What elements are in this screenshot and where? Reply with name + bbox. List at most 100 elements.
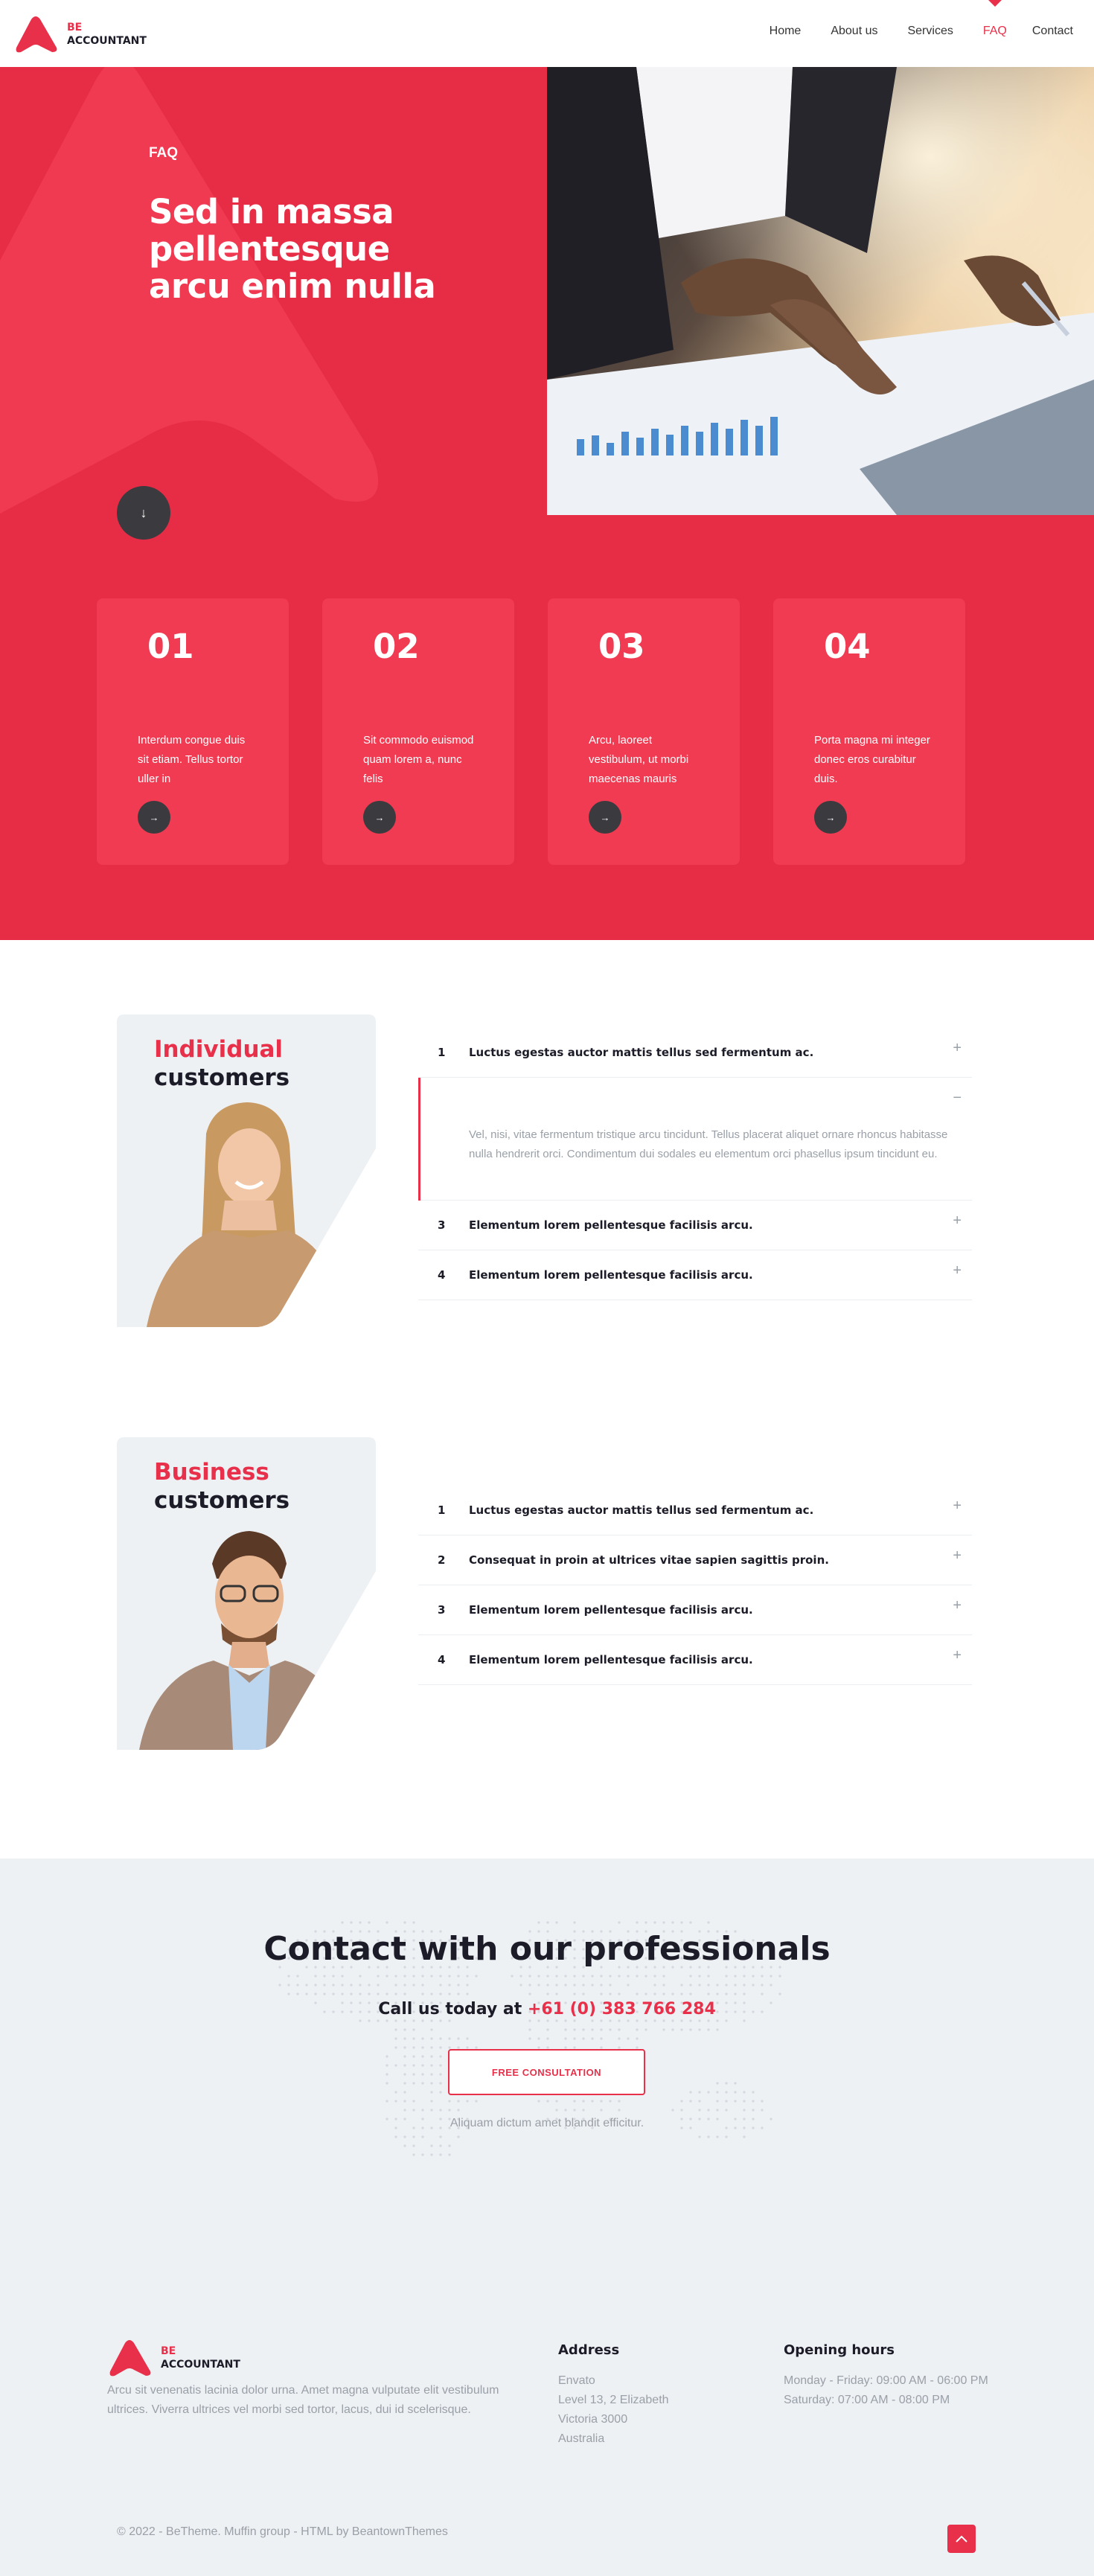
item-question: Luctus egestas auctor mattis tellus sed … [469,1046,814,1059]
card-arrow-button[interactable]: → [138,801,170,834]
business-profile-card: Business customers [117,1437,376,1750]
business-meeting-photo-icon [547,67,1094,515]
card-text: Interdum congue duis sit etiam. Tellus t… [138,734,246,785]
card-number: 02 [373,627,420,666]
hero-title: Sed in massa pellentesque arcu enim null… [149,192,436,306]
back-to-top-button[interactable] [947,2525,976,2553]
business-faq-section: Business customers 1 Luctus egestas auct… [0,1363,1094,1824]
individual-profile-card: Individual customers [117,1014,376,1327]
profile-title: Business customers [154,1458,290,1515]
accordion-item[interactable]: 1 Luctus egestas auctor mattis tellus se… [418,1028,972,1078]
nav-contact[interactable]: Contact [1032,25,1073,38]
arrow-right-icon: → [374,811,385,823]
accordion-item[interactable]: 4 Elementum lorem pellentesque facilisis… [418,1250,972,1300]
feature-card: 01 Interdum congue duis sit etiam. Tellu… [97,598,289,865]
nav-home[interactable]: Home [770,25,802,38]
plus-icon[interactable]: + [953,1498,962,1515]
copyright: © 2022 - BeTheme. Muffin group - HTML by… [117,2525,448,2538]
individual-accordion: 1 Luctus egestas auctor mattis tellus se… [418,1028,972,1300]
profile-title-main: customers [154,1064,290,1091]
arrow-down-icon: ↓ [140,505,147,520]
item-question: Consequat in proin at ultrices vitae sap… [469,1553,829,1567]
footer-hours: Opening hours Monday - Friday: 09:00 AM … [784,2342,988,2410]
chevron-up-icon [956,2535,967,2543]
card-number: 03 [598,627,645,666]
profile-title: Individual customers [154,1035,290,1092]
address-line: Envato [558,2374,595,2387]
card-arrow-button[interactable]: → [814,801,847,834]
nav-faq[interactable]: FAQ [982,0,1007,38]
business-accordion: 1 Luctus egestas auctor mattis tellus se… [418,1486,972,1685]
address-line: Level 13, 2 Elizabeth [558,2394,669,2406]
feature-card: 02 Sit commodo euismod quam lorem a, nun… [322,598,514,865]
footer-description: Arcu sit venenatis lacinia dolor urna. A… [107,2384,499,2416]
address-line: Australia [558,2432,605,2445]
logo-line-2: ACCOUNTANT [67,35,147,47]
item-number: 4 [438,1268,446,1282]
profile-title-accent: Individual [154,1036,284,1063]
logo[interactable]: BE ACCOUNTANT [13,15,147,54]
address-title: Address [558,2342,620,2358]
card-number: 01 [147,627,194,666]
accordion-item[interactable]: 3 Elementum lorem pellentesque facilisis… [418,1201,972,1250]
card-text: Sit commodo euismod quam lorem a, nunc f… [363,734,474,785]
contact-subtext: Aliquam dictum amet blandit efficitur. [450,2117,644,2129]
feature-card: 03 Arcu, laoreet vestibulum, ut morbi ma… [548,598,740,865]
phone-link[interactable]: +61 (0) 383 766 284 [528,2000,716,2019]
plus-icon[interactable]: + [953,1212,962,1230]
accordion-item[interactable]: 4 Elementum lorem pellentesque facilisis… [418,1635,972,1685]
contact-section: Contact with our professionals Call us t… [0,1859,1094,2576]
profile-title-main: customers [154,1487,290,1514]
logo-mark-icon [16,16,57,53]
plus-icon[interactable]: + [953,1040,962,1057]
logo-text: BE ACCOUNTANT [67,21,147,48]
plus-icon[interactable]: + [953,1262,962,1279]
plus-icon[interactable]: + [953,1647,962,1664]
item-number: 4 [438,1653,446,1666]
active-indicator-icon [988,0,1002,7]
item-number: 2 [438,1553,446,1567]
card-text: Arcu, laoreet vestibulum, ut morbi maece… [589,734,689,785]
accordion-item[interactable]: 2 Consequat in proin at ultrices vitae s… [418,1535,972,1585]
scroll-down-button[interactable]: ↓ [117,486,170,540]
item-answer: Vel, nisi, vitae fermentum tristique arc… [469,1128,948,1160]
item-number: 1 [438,1503,446,1517]
hours-title: Opening hours [784,2342,895,2358]
item-question: Elementum lorem pellentesque facilisis a… [469,1653,753,1666]
item-question: Luctus egestas auctor mattis tellus sed … [469,1503,814,1517]
feature-card: 04 Porta magna mi integer donec eros cur… [773,598,965,865]
item-number: 3 [438,1218,446,1232]
hours-line: Saturday: 07:00 AM - 08:00 PM [784,2394,950,2406]
footer-logo[interactable]: BE ACCOUNTANT [107,2339,240,2377]
individual-faq-section: Individual customers 1 Luctus egestas au… [0,940,1094,1372]
hero-section: FAQ Sed in massa pellentesque arcu enim … [0,67,1094,940]
logo-line-2: ACCOUNTANT [161,2359,240,2371]
plus-icon[interactable]: + [953,1547,962,1565]
logo-text: BE ACCOUNTANT [161,2345,240,2371]
minus-icon[interactable]: − [953,1090,962,1107]
active-bar [418,1078,420,1201]
accordion-item[interactable]: 3 Elementum lorem pellentesque facilisis… [418,1585,972,1635]
nav-services[interactable]: Services [907,25,953,38]
hero-photo [547,67,1094,515]
hours-line: Monday - Friday: 09:00 AM - 06:00 PM [784,2374,988,2387]
plus-icon[interactable]: + [953,1597,962,1614]
arrow-right-icon: → [600,811,610,823]
nav-faq-label: FAQ [982,25,1007,37]
item-question: Elementum lorem pellentesque facilisis a… [469,1268,753,1282]
card-number: 04 [824,627,871,666]
accordion-item[interactable]: 1 Luctus egestas auctor mattis tellus se… [418,1486,972,1535]
profile-title-accent: Business [154,1459,269,1486]
site-header: BE ACCOUNTANT Home About us Services FAQ… [0,0,1094,67]
accordion-item-open[interactable]: − Vel, nisi, vitae fermentum tristique a… [418,1078,972,1201]
card-arrow-button[interactable]: → [589,801,621,834]
item-question: Elementum lorem pellentesque facilisis a… [469,1218,753,1232]
card-text: Porta magna mi integer donec eros curabi… [814,734,930,785]
item-question: Elementum lorem pellentesque facilisis a… [469,1603,753,1617]
card-arrow-button[interactable]: → [363,801,396,834]
free-consultation-button[interactable]: FREE CONSULTATION [448,2049,645,2095]
nav-about[interactable]: About us [831,25,877,38]
item-number: 3 [438,1603,446,1617]
footer-address: Address Envato Level 13, 2 Elizabeth Vic… [558,2342,669,2449]
arrow-right-icon: → [149,811,159,823]
